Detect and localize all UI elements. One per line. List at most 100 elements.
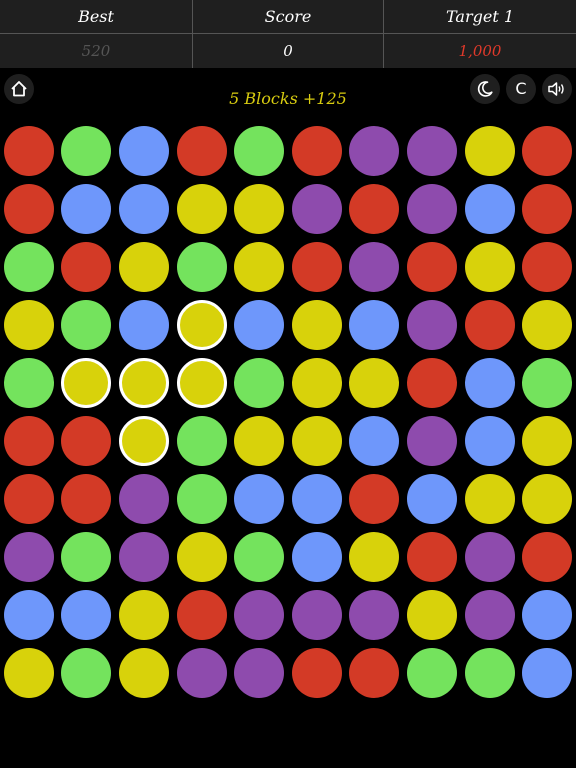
green-dot[interactable]: [234, 358, 285, 408]
night-mode-button[interactable]: [470, 74, 500, 104]
yellow-dot[interactable]: [522, 300, 573, 350]
purple-dot[interactable]: [119, 474, 169, 524]
blue-dot[interactable]: [234, 300, 285, 350]
red-dot[interactable]: [349, 184, 400, 234]
purple-dot[interactable]: [3, 532, 54, 582]
yellow-dot-selected[interactable]: [61, 358, 112, 408]
red-dot[interactable]: [3, 126, 54, 176]
purple-dot[interactable]: [291, 590, 342, 640]
yellow-dot[interactable]: [234, 242, 285, 292]
blue-dot[interactable]: [119, 126, 169, 176]
red-dot[interactable]: [291, 126, 342, 176]
purple-dot[interactable]: [349, 242, 400, 292]
yellow-dot[interactable]: [522, 416, 573, 466]
green-dot[interactable]: [407, 648, 457, 698]
green-dot[interactable]: [176, 242, 227, 292]
purple-dot[interactable]: [291, 184, 342, 234]
green-dot[interactable]: [522, 358, 573, 408]
purple-dot[interactable]: [349, 590, 400, 640]
blue-dot[interactable]: [291, 532, 342, 582]
yellow-dot-selected[interactable]: [119, 358, 169, 408]
yellow-dot-selected[interactable]: [176, 358, 227, 408]
green-dot[interactable]: [3, 242, 54, 292]
blue-dot[interactable]: [464, 358, 515, 408]
blue-dot[interactable]: [464, 416, 515, 466]
blue-dot[interactable]: [119, 300, 169, 350]
green-dot[interactable]: [234, 532, 285, 582]
purple-dot[interactable]: [407, 300, 457, 350]
blue-dot[interactable]: [349, 416, 400, 466]
blue-dot[interactable]: [522, 590, 573, 640]
purple-dot[interactable]: [407, 416, 457, 466]
yellow-dot[interactable]: [522, 474, 573, 524]
green-dot[interactable]: [61, 126, 112, 176]
red-dot[interactable]: [61, 416, 112, 466]
yellow-dot[interactable]: [291, 416, 342, 466]
red-dot[interactable]: [3, 416, 54, 466]
yellow-dot[interactable]: [291, 358, 342, 408]
blue-dot[interactable]: [349, 300, 400, 350]
purple-dot[interactable]: [349, 126, 400, 176]
yellow-dot[interactable]: [291, 300, 342, 350]
red-dot[interactable]: [61, 242, 112, 292]
yellow-dot-selected[interactable]: [176, 300, 227, 350]
yellow-dot[interactable]: [3, 648, 54, 698]
purple-dot[interactable]: [234, 590, 285, 640]
yellow-dot[interactable]: [464, 126, 515, 176]
green-dot[interactable]: [3, 358, 54, 408]
blue-dot[interactable]: [3, 590, 54, 640]
green-dot[interactable]: [176, 474, 227, 524]
purple-dot[interactable]: [176, 648, 227, 698]
yellow-dot-selected[interactable]: [119, 416, 169, 466]
green-dot[interactable]: [234, 126, 285, 176]
yellow-dot[interactable]: [119, 648, 169, 698]
yellow-dot[interactable]: [119, 590, 169, 640]
yellow-dot[interactable]: [176, 532, 227, 582]
sound-button[interactable]: [542, 74, 572, 104]
yellow-dot[interactable]: [234, 184, 285, 234]
green-dot[interactable]: [61, 532, 112, 582]
purple-dot[interactable]: [407, 126, 457, 176]
red-dot[interactable]: [522, 532, 573, 582]
blue-dot[interactable]: [407, 474, 457, 524]
yellow-dot[interactable]: [464, 242, 515, 292]
yellow-dot[interactable]: [349, 532, 400, 582]
yellow-dot[interactable]: [407, 590, 457, 640]
yellow-dot[interactable]: [349, 358, 400, 408]
purple-dot[interactable]: [234, 648, 285, 698]
green-dot[interactable]: [464, 648, 515, 698]
blue-dot[interactable]: [522, 648, 573, 698]
red-dot[interactable]: [349, 474, 400, 524]
blue-dot[interactable]: [119, 184, 169, 234]
yellow-dot[interactable]: [176, 184, 227, 234]
red-dot[interactable]: [522, 242, 573, 292]
green-dot[interactable]: [61, 648, 112, 698]
purple-dot[interactable]: [119, 532, 169, 582]
red-dot[interactable]: [464, 300, 515, 350]
blue-dot[interactable]: [61, 184, 112, 234]
red-dot[interactable]: [291, 648, 342, 698]
red-dot[interactable]: [291, 242, 342, 292]
red-dot[interactable]: [522, 126, 573, 176]
red-dot[interactable]: [3, 184, 54, 234]
red-dot[interactable]: [61, 474, 112, 524]
blue-dot[interactable]: [61, 590, 112, 640]
red-dot[interactable]: [3, 474, 54, 524]
blue-dot[interactable]: [291, 474, 342, 524]
yellow-dot[interactable]: [464, 474, 515, 524]
green-dot[interactable]: [176, 416, 227, 466]
green-dot[interactable]: [61, 300, 112, 350]
yellow-dot[interactable]: [119, 242, 169, 292]
red-dot[interactable]: [176, 126, 227, 176]
purple-dot[interactable]: [464, 590, 515, 640]
red-dot[interactable]: [407, 242, 457, 292]
c-button[interactable]: C: [506, 74, 536, 104]
red-dot[interactable]: [407, 532, 457, 582]
blue-dot[interactable]: [234, 474, 285, 524]
yellow-dot[interactable]: [3, 300, 54, 350]
red-dot[interactable]: [407, 358, 457, 408]
yellow-dot[interactable]: [234, 416, 285, 466]
blue-dot[interactable]: [464, 184, 515, 234]
purple-dot[interactable]: [407, 184, 457, 234]
red-dot[interactable]: [349, 648, 400, 698]
